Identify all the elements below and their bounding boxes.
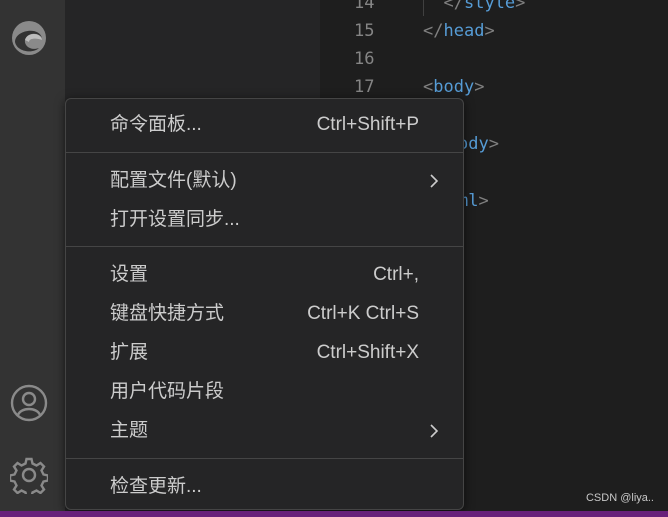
line-number: 14 — [354, 0, 375, 13]
menu-item-check-updates[interactable]: 检查更新... — [66, 470, 463, 504]
gear-icon[interactable] — [10, 456, 48, 494]
menu-separator — [66, 152, 463, 153]
activity-bar — [0, 0, 65, 511]
menu-item-user-snippets[interactable]: 用户代码片段 — [66, 375, 463, 409]
menu-item-label: 检查更新... — [110, 476, 202, 497]
menu-item-extensions[interactable]: 扩展 Ctrl+Shift+X — [66, 336, 463, 370]
edge-logo-icon[interactable] — [9, 18, 49, 58]
menu-item-settings-sync[interactable]: 打开设置同步... — [66, 203, 463, 237]
menu-item-label: 设置 — [110, 264, 149, 285]
account-icon[interactable] — [10, 384, 48, 422]
menu-separator — [66, 458, 463, 459]
menu-separator — [66, 246, 463, 247]
menu-item-shortcut: Ctrl+Shift+P — [316, 114, 419, 135]
code-text: ody> — [458, 134, 499, 154]
line-number: 16 — [354, 49, 375, 69]
line-number: 17 — [354, 77, 375, 97]
menu-item-shortcut: Ctrl+K Ctrl+S — [307, 303, 419, 324]
menu-item-label: 命令面板... — [110, 114, 202, 135]
code-text: </style> — [443, 0, 526, 13]
menu-item-keyboard-shortcuts[interactable]: 键盘快捷方式 Ctrl+K Ctrl+S — [66, 297, 463, 331]
menu-item-label: 主题 — [110, 420, 149, 441]
menu-item-label: 配置文件(默认) — [110, 170, 237, 191]
menu-item-label: 打开设置同步... — [110, 209, 240, 230]
code-text: </head> — [423, 21, 495, 41]
menu-item-label: 扩展 — [110, 342, 149, 363]
menu-item-settings[interactable]: 设置 Ctrl+, — [66, 258, 463, 292]
menu-item-shortcut: Ctrl+, — [373, 264, 419, 285]
menu-item-shortcut: Ctrl+Shift+X — [316, 342, 419, 363]
menu-item-label: 用户代码片段 — [110, 381, 225, 402]
menu-item-themes[interactable]: 主题 — [66, 414, 463, 448]
line-number: 15 — [354, 21, 375, 41]
chevron-right-icon — [430, 174, 439, 188]
menu-item-profile[interactable]: 配置文件(默认) — [66, 164, 463, 198]
status-bar — [0, 511, 668, 517]
manage-context-menu: 命令面板... Ctrl+Shift+P 配置文件(默认) 打开设置同步... … — [65, 98, 464, 510]
menu-item-command-palette[interactable]: 命令面板... Ctrl+Shift+P — [66, 108, 463, 142]
watermark: CSDN @liya.. — [585, 492, 654, 504]
code-text: <body> — [423, 77, 485, 97]
menu-item-label: 键盘快捷方式 — [110, 303, 225, 324]
chevron-right-icon — [430, 424, 439, 438]
